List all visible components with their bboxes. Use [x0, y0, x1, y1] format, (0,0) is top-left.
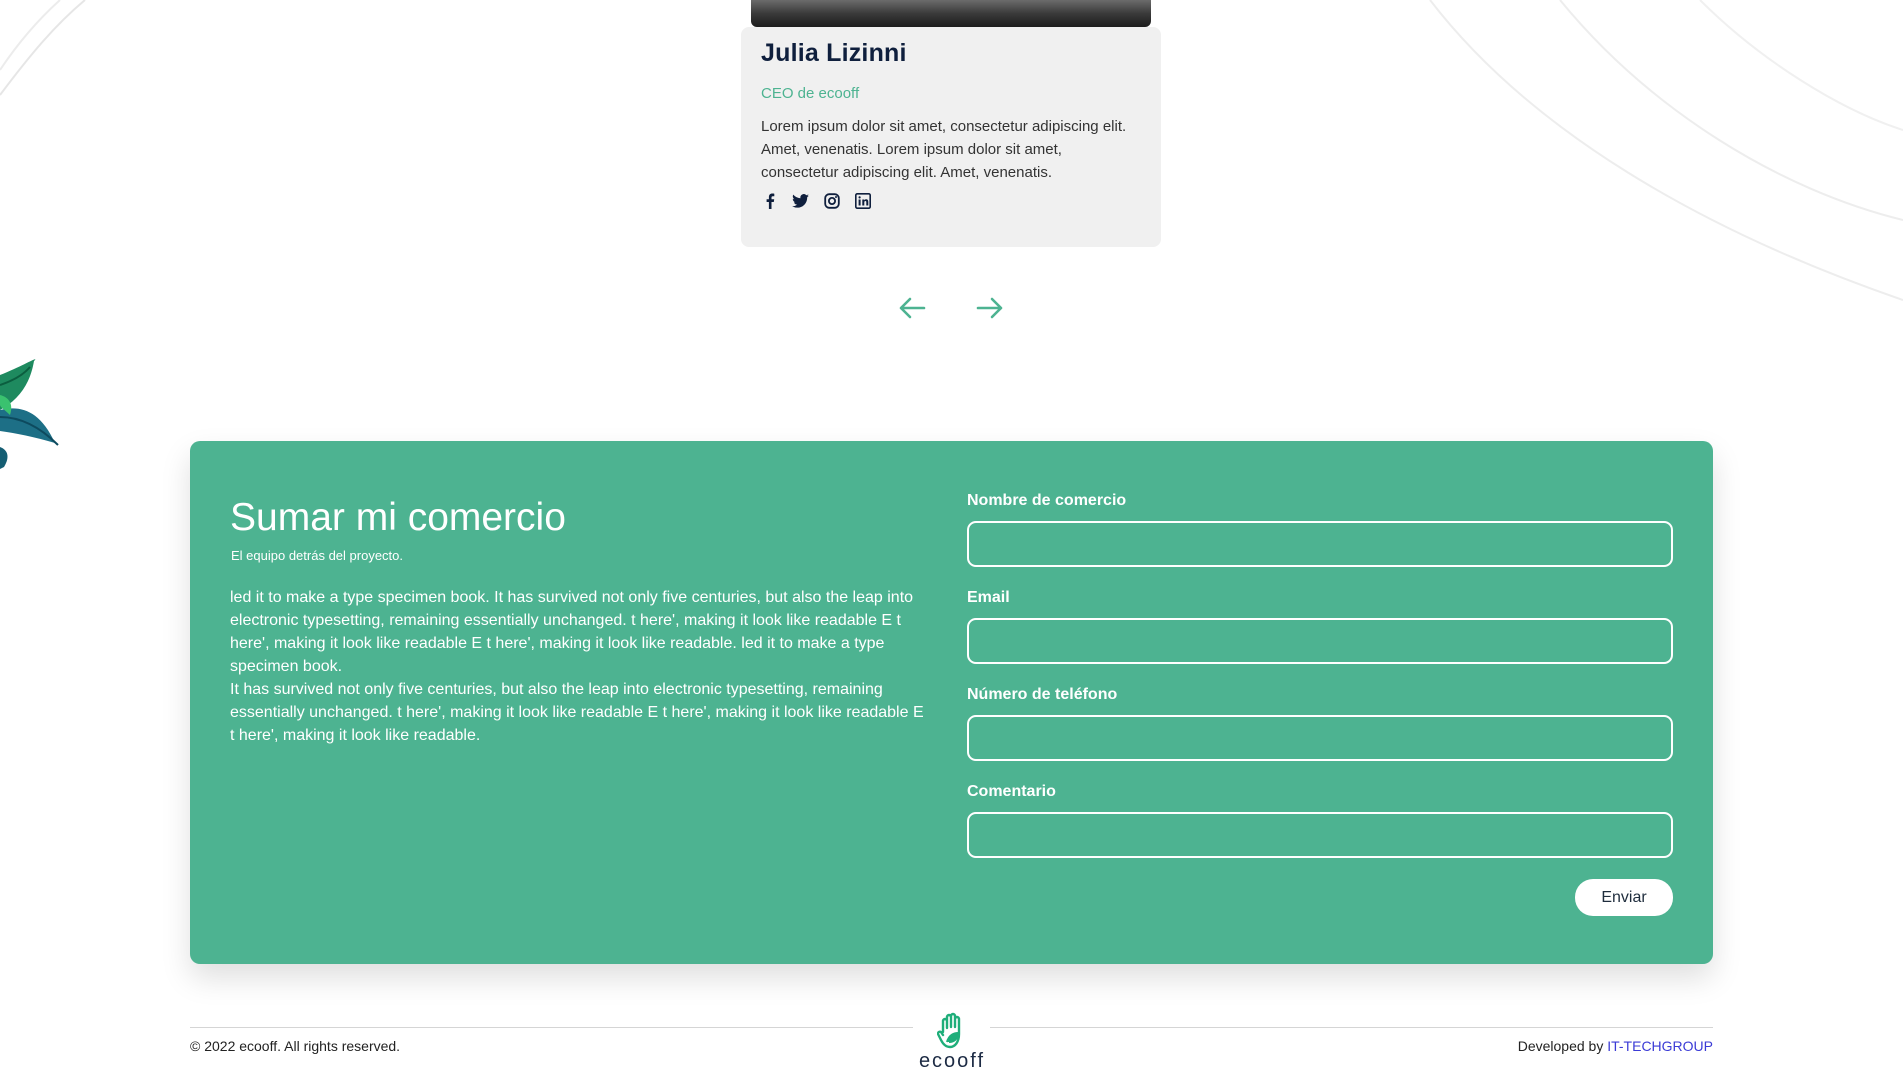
footer-divider — [990, 1027, 1713, 1028]
phone-input[interactable] — [967, 715, 1673, 761]
team-member-bio: Lorem ipsum dolor sit amet, consectetur … — [761, 118, 1127, 181]
business-name-label: Nombre de comercio — [967, 492, 1127, 509]
hand-leaf-logo-icon — [937, 1012, 961, 1049]
copyright-text: © 2022 ecooff. All rights reserved. — [190, 1038, 401, 1054]
developed-by-label: Developed by — [1517, 1038, 1604, 1054]
facebook-icon[interactable] — [761, 192, 778, 209]
developer-link[interactable]: IT-TECHGROUP — [1607, 1038, 1713, 1054]
carousel-prev-button[interactable] — [896, 292, 928, 324]
twitter-icon[interactable] — [792, 192, 809, 209]
section-subtitle: El equipo detrás del proyecto. — [231, 548, 403, 563]
email-input[interactable] — [967, 618, 1673, 664]
arrow-right-icon — [976, 297, 1003, 319]
team-member-photo — [751, 0, 1151, 27]
footer-divider — [190, 1027, 913, 1028]
phone-label: Número de teléfono — [967, 686, 1118, 703]
logo-text: ecooff — [918, 1050, 986, 1072]
description-paragraph: It has survived not only five centuries,… — [230, 681, 924, 744]
add-business-section: Sumar mi comercio El equipo detrás del p… — [190, 441, 1713, 964]
description-paragraph: led it to make a type specimen book. It … — [230, 589, 914, 675]
team-member-card: Julia Lizinni CEO de ecooff Lorem ipsum … — [741, 27, 1161, 247]
instagram-icon[interactable] — [823, 192, 840, 209]
footer-logo[interactable]: ecooff — [907, 1012, 997, 1080]
comment-input[interactable] — [967, 812, 1673, 858]
submit-button[interactable]: Enviar — [1575, 879, 1673, 916]
business-name-input[interactable] — [967, 521, 1673, 567]
social-links — [761, 192, 1141, 209]
team-member-name: Julia Lizinni — [761, 39, 907, 67]
section-title: Sumar mi comercio — [230, 496, 566, 539]
email-label: Email — [967, 589, 1010, 606]
developer-credit: Developed by IT-TECHGROUP — [1518, 1038, 1713, 1054]
linkedin-icon[interactable] — [854, 192, 871, 209]
section-description: led it to make a type specimen book. It … — [230, 586, 930, 747]
leaf-decoration-icon — [0, 359, 59, 469]
arrow-left-icon — [899, 297, 926, 319]
team-member-role: CEO de ecooff — [761, 85, 860, 102]
carousel-next-button[interactable] — [974, 292, 1006, 324]
comment-label: Comentario — [967, 783, 1056, 800]
